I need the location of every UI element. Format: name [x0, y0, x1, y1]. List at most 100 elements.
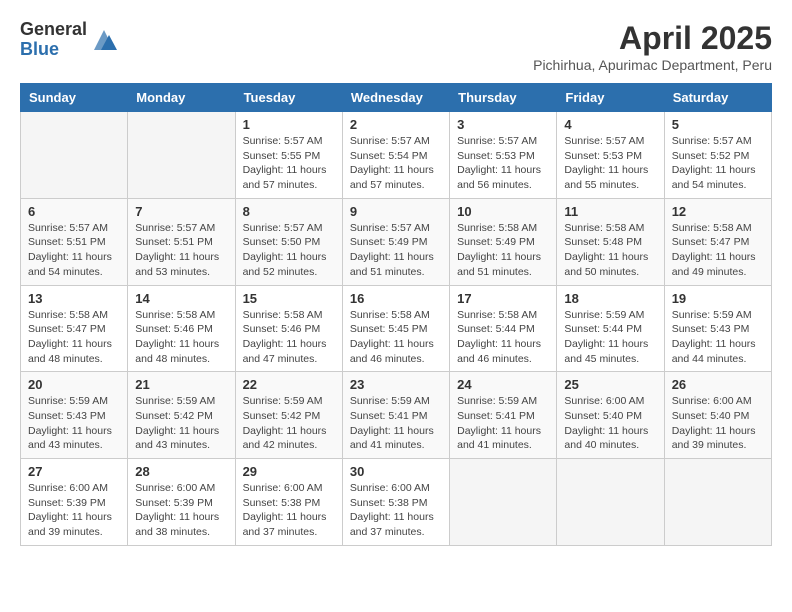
day-number: 6: [28, 204, 120, 219]
calendar-cell: [128, 112, 235, 199]
day-info: Sunrise: 5:59 AM Sunset: 5:43 PM Dayligh…: [672, 308, 764, 367]
calendar-week-row: 13 Sunrise: 5:58 AM Sunset: 5:47 PM Dayli…: [21, 285, 772, 372]
calendar-cell: 23 Sunrise: 5:59 AM Sunset: 5:41 PM Dayli…: [342, 372, 449, 459]
logo: General Blue: [20, 20, 119, 60]
logo-blue-text: Blue: [20, 40, 87, 60]
day-number: 19: [672, 291, 764, 306]
month-year-title: April 2025: [533, 20, 772, 57]
day-number: 8: [243, 204, 335, 219]
day-info: Sunrise: 5:58 AM Sunset: 5:45 PM Dayligh…: [350, 308, 442, 367]
day-number: 12: [672, 204, 764, 219]
day-number: 5: [672, 117, 764, 132]
day-number: 11: [564, 204, 656, 219]
day-number: 16: [350, 291, 442, 306]
day-number: 2: [350, 117, 442, 132]
day-number: 20: [28, 377, 120, 392]
day-info: Sunrise: 6:00 AM Sunset: 5:39 PM Dayligh…: [135, 481, 227, 540]
calendar-cell: 24 Sunrise: 5:59 AM Sunset: 5:41 PM Dayli…: [450, 372, 557, 459]
calendar-week-row: 20 Sunrise: 5:59 AM Sunset: 5:43 PM Dayli…: [21, 372, 772, 459]
calendar-cell: 25 Sunrise: 6:00 AM Sunset: 5:40 PM Dayli…: [557, 372, 664, 459]
day-number: 13: [28, 291, 120, 306]
calendar-table: SundayMondayTuesdayWednesdayThursdayFrid…: [20, 83, 772, 546]
day-info: Sunrise: 5:58 AM Sunset: 5:49 PM Dayligh…: [457, 221, 549, 280]
day-header-wednesday: Wednesday: [342, 84, 449, 112]
day-number: 15: [243, 291, 335, 306]
calendar-cell: 29 Sunrise: 6:00 AM Sunset: 5:38 PM Dayli…: [235, 459, 342, 546]
day-info: Sunrise: 6:00 AM Sunset: 5:40 PM Dayligh…: [564, 394, 656, 453]
day-header-monday: Monday: [128, 84, 235, 112]
day-info: Sunrise: 5:57 AM Sunset: 5:50 PM Dayligh…: [243, 221, 335, 280]
day-info: Sunrise: 6:00 AM Sunset: 5:39 PM Dayligh…: [28, 481, 120, 540]
calendar-cell: 27 Sunrise: 6:00 AM Sunset: 5:39 PM Dayli…: [21, 459, 128, 546]
logo-icon: [89, 25, 119, 55]
calendar-week-row: 27 Sunrise: 6:00 AM Sunset: 5:39 PM Dayli…: [21, 459, 772, 546]
day-info: Sunrise: 5:57 AM Sunset: 5:54 PM Dayligh…: [350, 134, 442, 193]
day-header-friday: Friday: [557, 84, 664, 112]
page-header: General Blue April 2025 Pichirhua, Apuri…: [20, 20, 772, 73]
calendar-cell: 9 Sunrise: 5:57 AM Sunset: 5:49 PM Daylig…: [342, 198, 449, 285]
day-info: Sunrise: 5:59 AM Sunset: 5:41 PM Dayligh…: [350, 394, 442, 453]
day-info: Sunrise: 5:57 AM Sunset: 5:51 PM Dayligh…: [28, 221, 120, 280]
calendar-week-row: 1 Sunrise: 5:57 AM Sunset: 5:55 PM Daylig…: [21, 112, 772, 199]
calendar-cell: 13 Sunrise: 5:58 AM Sunset: 5:47 PM Dayli…: [21, 285, 128, 372]
day-number: 21: [135, 377, 227, 392]
day-header-thursday: Thursday: [450, 84, 557, 112]
calendar-cell: 10 Sunrise: 5:58 AM Sunset: 5:49 PM Dayli…: [450, 198, 557, 285]
calendar-cell: 11 Sunrise: 5:58 AM Sunset: 5:48 PM Dayli…: [557, 198, 664, 285]
day-info: Sunrise: 5:57 AM Sunset: 5:52 PM Dayligh…: [672, 134, 764, 193]
day-info: Sunrise: 5:57 AM Sunset: 5:53 PM Dayligh…: [457, 134, 549, 193]
calendar-header-row: SundayMondayTuesdayWednesdayThursdayFrid…: [21, 84, 772, 112]
day-number: 17: [457, 291, 549, 306]
calendar-cell: [557, 459, 664, 546]
day-info: Sunrise: 5:58 AM Sunset: 5:47 PM Dayligh…: [672, 221, 764, 280]
calendar-cell: 21 Sunrise: 5:59 AM Sunset: 5:42 PM Dayli…: [128, 372, 235, 459]
calendar-cell: 1 Sunrise: 5:57 AM Sunset: 5:55 PM Daylig…: [235, 112, 342, 199]
day-info: Sunrise: 5:59 AM Sunset: 5:44 PM Dayligh…: [564, 308, 656, 367]
day-number: 23: [350, 377, 442, 392]
calendar-cell: 19 Sunrise: 5:59 AM Sunset: 5:43 PM Dayli…: [664, 285, 771, 372]
day-number: 1: [243, 117, 335, 132]
day-number: 22: [243, 377, 335, 392]
day-number: 18: [564, 291, 656, 306]
calendar-cell: 2 Sunrise: 5:57 AM Sunset: 5:54 PM Daylig…: [342, 112, 449, 199]
calendar-cell: 26Sunrise: 6:00 AM Sunset: 5:40 PM Dayli…: [664, 372, 771, 459]
day-info: Sunrise: 5:57 AM Sunset: 5:49 PM Dayligh…: [350, 221, 442, 280]
calendar-cell: 7Sunrise: 5:57 AM Sunset: 5:51 PM Daylig…: [128, 198, 235, 285]
calendar-cell: [450, 459, 557, 546]
day-number: 24: [457, 377, 549, 392]
logo-general-text: General: [20, 20, 87, 40]
day-info: Sunrise: 5:58 AM Sunset: 5:48 PM Dayligh…: [564, 221, 656, 280]
calendar-cell: [664, 459, 771, 546]
calendar-cell: 16 Sunrise: 5:58 AM Sunset: 5:45 PM Dayli…: [342, 285, 449, 372]
calendar-cell: 3Sunrise: 5:57 AM Sunset: 5:53 PM Daylig…: [450, 112, 557, 199]
day-number: 7: [135, 204, 227, 219]
day-number: 9: [350, 204, 442, 219]
calendar-cell: 6 Sunrise: 5:57 AM Sunset: 5:51 PM Daylig…: [21, 198, 128, 285]
day-info: Sunrise: 5:57 AM Sunset: 5:53 PM Dayligh…: [564, 134, 656, 193]
day-number: 29: [243, 464, 335, 479]
calendar-cell: 28Sunrise: 6:00 AM Sunset: 5:39 PM Dayli…: [128, 459, 235, 546]
day-info: Sunrise: 5:58 AM Sunset: 5:46 PM Dayligh…: [135, 308, 227, 367]
calendar-cell: [21, 112, 128, 199]
day-info: Sunrise: 5:59 AM Sunset: 5:42 PM Dayligh…: [135, 394, 227, 453]
day-number: 26: [672, 377, 764, 392]
calendar-cell: 15 Sunrise: 5:58 AM Sunset: 5:46 PM Dayli…: [235, 285, 342, 372]
day-info: Sunrise: 5:59 AM Sunset: 5:43 PM Dayligh…: [28, 394, 120, 453]
day-header-sunday: Sunday: [21, 84, 128, 112]
day-number: 30: [350, 464, 442, 479]
calendar-week-row: 6 Sunrise: 5:57 AM Sunset: 5:51 PM Daylig…: [21, 198, 772, 285]
day-info: Sunrise: 5:57 AM Sunset: 5:55 PM Dayligh…: [243, 134, 335, 193]
day-number: 10: [457, 204, 549, 219]
day-number: 25: [564, 377, 656, 392]
calendar-cell: 30 Sunrise: 6:00 AM Sunset: 5:38 PM Dayli…: [342, 459, 449, 546]
day-number: 27: [28, 464, 120, 479]
title-section: April 2025 Pichirhua, Apurimac Departmen…: [533, 20, 772, 73]
day-info: Sunrise: 5:58 AM Sunset: 5:47 PM Dayligh…: [28, 308, 120, 367]
calendar-cell: 18 Sunrise: 5:59 AM Sunset: 5:44 PM Dayli…: [557, 285, 664, 372]
day-info: Sunrise: 6:00 AM Sunset: 5:38 PM Dayligh…: [243, 481, 335, 540]
day-info: Sunrise: 6:00 AM Sunset: 5:38 PM Dayligh…: [350, 481, 442, 540]
calendar-cell: 20 Sunrise: 5:59 AM Sunset: 5:43 PM Dayli…: [21, 372, 128, 459]
day-info: Sunrise: 5:58 AM Sunset: 5:46 PM Dayligh…: [243, 308, 335, 367]
day-info: Sunrise: 5:59 AM Sunset: 5:41 PM Dayligh…: [457, 394, 549, 453]
calendar-cell: 14Sunrise: 5:58 AM Sunset: 5:46 PM Dayli…: [128, 285, 235, 372]
